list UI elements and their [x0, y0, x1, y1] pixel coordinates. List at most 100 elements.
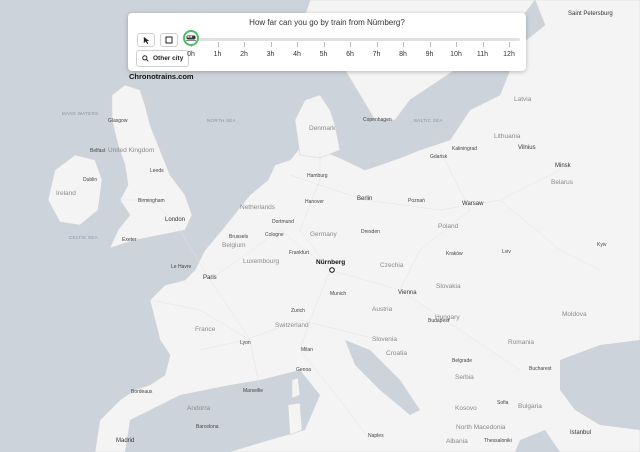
- slider-tick-label[interactable]: 0h: [181, 51, 201, 58]
- label-dortmund: Dortmund: [272, 219, 294, 225]
- select-tool-button[interactable]: [137, 33, 155, 47]
- slider-tick-mark: [429, 42, 431, 47]
- label-vienna: Vienna: [398, 290, 417, 296]
- label-czechia: Czechia: [380, 262, 404, 269]
- time-slider-track[interactable]: [190, 38, 520, 41]
- label-latvia: Latvia: [514, 96, 532, 103]
- label-saint-petersburg: Saint Petersburg: [568, 11, 613, 17]
- label-dresden: Dresden: [361, 229, 380, 235]
- slider-tick-label[interactable]: 5h: [314, 51, 334, 58]
- label-belarus: Belarus: [551, 179, 574, 186]
- label-united-kingdom: United Kingdom: [108, 147, 155, 154]
- slider-tick-label[interactable]: 11h: [473, 51, 493, 58]
- slider-tick-label[interactable]: 4h: [287, 51, 307, 58]
- cursor-icon: [143, 36, 149, 44]
- label-thessaloniki: Thessaloniki: [484, 438, 512, 444]
- label-netherlands: Netherlands: [240, 204, 276, 211]
- slider-tick-label[interactable]: 1h: [208, 51, 228, 58]
- slider-tick-label[interactable]: 7h: [367, 51, 387, 58]
- slider-tick-mark: [270, 42, 272, 47]
- label-lyon: Lyon: [240, 340, 251, 346]
- label-sofia: Sofia: [497, 400, 509, 406]
- label-paris: Paris: [203, 275, 217, 281]
- label-croatia: Croatia: [386, 350, 407, 357]
- slider-tick-label[interactable]: 12h: [499, 51, 519, 58]
- label-hamburg: Hamburg: [307, 173, 328, 179]
- label-hanover: Hanover: [305, 199, 324, 205]
- label-poland: Poland: [438, 223, 459, 230]
- label-north-sea: NORTH SEA: [207, 118, 236, 123]
- slider-tick-mark: [323, 42, 325, 47]
- label-marseille: Marseille: [243, 388, 264, 394]
- label-luxembourg: Luxembourg: [243, 258, 280, 265]
- label-madrid: Madrid: [116, 438, 135, 444]
- label-minsk: Minsk: [555, 163, 571, 169]
- label-baltic-sea: BALTIC SEA: [414, 118, 443, 123]
- label-slovakia: Slovakia: [436, 283, 461, 290]
- slider-tick-mark: [403, 42, 404, 47]
- label-brussels: Brussels: [229, 234, 249, 240]
- label-origin-city: Nürnberg: [316, 259, 346, 266]
- label-warsaw: Warsaw: [462, 201, 484, 207]
- label-naples: Naples: [368, 433, 384, 439]
- slider-tick-label[interactable]: 6h: [340, 51, 360, 58]
- label-north-macedonia: North Macedonia: [456, 424, 506, 431]
- slider-tick-label[interactable]: 2h: [234, 51, 254, 58]
- label-kyiv: Kyiv: [597, 242, 607, 248]
- slider-tick-mark: [456, 42, 457, 47]
- label-celtic-sea: CELTIC SEA: [69, 235, 98, 240]
- label-leeds: Leeds: [150, 168, 164, 174]
- slider-tick-label[interactable]: 3h: [261, 51, 281, 58]
- label-zurich: Zurich: [291, 308, 305, 314]
- label-budapest: Budapest: [428, 318, 450, 324]
- label-gdansk: Gdańsk: [430, 154, 448, 160]
- slider-tick-label[interactable]: 9h: [420, 51, 440, 58]
- label-munich: Munich: [330, 291, 347, 297]
- label-belfast: Belfast: [90, 148, 106, 154]
- label-romania: Romania: [508, 339, 535, 346]
- label-istanbul: Istanbul: [570, 430, 592, 436]
- label-copenhagen: Copenhagen: [363, 117, 392, 123]
- slider-tick-label[interactable]: 10h: [446, 51, 466, 58]
- label-austria: Austria: [372, 306, 393, 313]
- label-manx-waters: MANX WATERS: [62, 111, 99, 116]
- panel-title: How far can you go by train from Nürnber…: [249, 18, 405, 27]
- label-cologne: Cologne: [265, 232, 284, 238]
- square-icon: [165, 36, 173, 44]
- label-kosovo: Kosovo: [455, 405, 477, 412]
- label-lithuania: Lithuania: [494, 133, 521, 140]
- control-panel: How far can you go by train from Nürnber…: [128, 13, 526, 71]
- label-moldova: Moldova: [562, 311, 587, 318]
- time-slider-handle[interactable]: [183, 30, 199, 46]
- label-bucharest: Bucharest: [529, 366, 552, 372]
- label-poznan: Poznań: [408, 198, 425, 204]
- label-belgium: Belgium: [222, 242, 246, 249]
- label-switzerland: Switzerland: [275, 322, 309, 329]
- label-france: France: [195, 326, 216, 333]
- label-lviv: Lviv: [502, 249, 511, 255]
- label-slovenia: Slovenia: [372, 336, 397, 343]
- label-london: London: [165, 217, 186, 223]
- slider-tick-mark: [244, 42, 245, 47]
- label-kaliningrad: Kaliningrad: [452, 146, 478, 152]
- label-ireland: Ireland: [56, 190, 76, 197]
- label-exeter: Exeter: [122, 237, 137, 243]
- slider-tick-mark: [376, 42, 378, 47]
- label-le-havre: Le Havre: [171, 264, 192, 270]
- slider-tick-mark: [350, 42, 351, 47]
- slider-tick-label[interactable]: 8h: [393, 51, 413, 58]
- label-serbia: Serbia: [455, 374, 474, 381]
- origin-marker: [329, 267, 335, 273]
- label-denmark: Denmark: [309, 125, 336, 132]
- slider-tick-mark: [509, 42, 510, 47]
- square-tool-button[interactable]: [160, 33, 178, 47]
- label-bordeaux: Bordeaux: [131, 389, 153, 395]
- label-genoa: Genoa: [296, 367, 312, 373]
- slider-tick-mark: [482, 42, 484, 47]
- label-berlin: Berlin: [357, 196, 373, 202]
- slider-tick-mark: [297, 42, 298, 47]
- label-barcelona: Barcelona: [196, 424, 219, 430]
- label-milan: Milan: [301, 347, 313, 353]
- label-birmingham: Birmingham: [138, 198, 165, 204]
- brand-logo: Chronotrains.com: [129, 72, 194, 81]
